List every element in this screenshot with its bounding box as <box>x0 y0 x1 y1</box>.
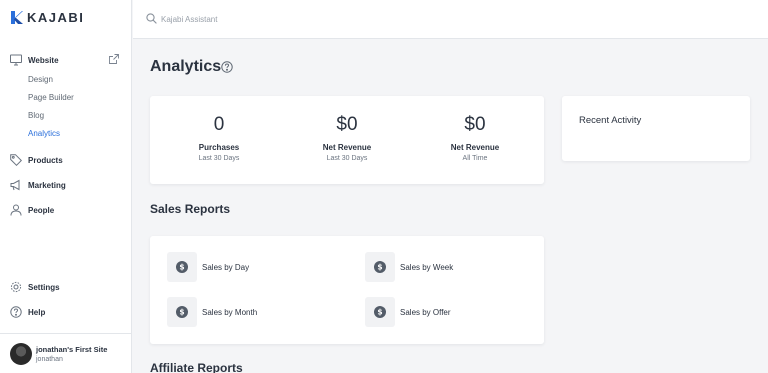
svg-text:$: $ <box>377 263 382 272</box>
sales-reports-heading: Sales Reports <box>150 202 231 216</box>
sidebar-item-label: Website <box>28 55 59 65</box>
megaphone-icon <box>9 178 23 192</box>
sidebar-subitem-page-builder[interactable]: Page Builder <box>28 93 74 102</box>
stat-purchases: 0 Purchases Last 30 Days <box>159 114 279 162</box>
sidebar-item-people[interactable]: People <box>9 201 123 219</box>
svg-text:$: $ <box>179 308 184 317</box>
brand-name: KAJABI <box>27 9 85 25</box>
dollar-circle-icon: $ <box>365 252 395 282</box>
report-label: Sales by Offer <box>400 307 451 317</box>
dollar-circle-icon: $ <box>167 297 197 327</box>
stat-label: Purchases <box>198 143 240 152</box>
avatar <box>10 343 32 365</box>
help-circle-icon[interactable] <box>221 61 233 73</box>
svg-text:$: $ <box>179 263 184 272</box>
dollar-circle-icon: $ <box>365 297 395 327</box>
page-title: Analytics <box>150 58 222 75</box>
report-label: Sales by Day <box>202 262 250 272</box>
stat-value: $0 <box>336 114 358 135</box>
sidebar-item-label: Marketing <box>28 180 66 190</box>
recent-activity-card: Recent Activity <box>562 96 750 161</box>
stat-value: 0 <box>213 114 225 135</box>
external-link-icon[interactable] <box>109 54 119 64</box>
user-site-name: jonathan's First Site <box>36 345 108 354</box>
report-sales-by-offer[interactable]: $ Sales by Offer <box>365 297 451 327</box>
recent-activity-title: Recent Activity <box>579 115 642 126</box>
report-label: Sales by Month <box>202 307 258 317</box>
kajabi-k-icon <box>11 10 23 24</box>
svg-text:$: $ <box>377 308 382 317</box>
sidebar-subitem-blog[interactable]: Blog <box>28 111 44 120</box>
stat-period: All Time <box>462 155 488 162</box>
sidebar-item-label: Help <box>28 307 46 317</box>
report-sales-by-month[interactable]: $ Sales by Month <box>167 297 257 327</box>
affiliate-reports-heading: Affiliate Reports <box>150 361 243 373</box>
stats-card: 0 Purchases Last 30 Days $0 Net Revenue … <box>150 96 544 184</box>
sidebar-subitem-analytics[interactable]: Analytics <box>28 129 60 138</box>
report-sales-by-day[interactable]: $ Sales by Day <box>167 252 249 282</box>
sidebar-subitem-design[interactable]: Design <box>28 75 53 84</box>
user-profile[interactable]: jonathan's First Site jonathan <box>10 343 107 365</box>
report-sales-by-week[interactable]: $ Sales by Week <box>365 252 453 282</box>
tag-icon <box>9 153 23 167</box>
search-icon <box>146 13 157 24</box>
stat-period: Last 30 Days <box>326 155 368 162</box>
sidebar-item-help[interactable]: Help <box>9 303 123 321</box>
user-name: jonathan <box>36 356 63 363</box>
stat-net-revenue-30-days: $0 Net Revenue Last 30 Days <box>287 114 407 162</box>
question-icon <box>9 305 23 319</box>
sales-reports-card: $ Sales by Day $ Sales by Week $ Sales b… <box>150 236 544 344</box>
top-bar <box>133 0 768 39</box>
dollar-circle-icon: $ <box>167 252 197 282</box>
sidebar-item-website[interactable]: Website <box>9 51 123 69</box>
stat-value: $0 <box>464 114 486 135</box>
stat-net-revenue-all-time: $0 Net Revenue All Time <box>415 114 535 162</box>
sidebar-item-settings[interactable]: Settings <box>9 278 123 296</box>
sidebar-divider <box>0 333 131 334</box>
stat-label: Net Revenue <box>322 143 372 152</box>
sidebar-item-marketing[interactable]: Marketing <box>9 176 123 194</box>
kajabi-logo[interactable]: KAJABI <box>11 9 85 25</box>
gear-icon <box>9 280 23 294</box>
sidebar-item-label: Settings <box>28 282 60 292</box>
sidebar: KAJABI Website Design Page Builder Blog … <box>0 0 132 373</box>
stat-period: Last 30 Days <box>198 155 240 162</box>
stat-label: Net Revenue <box>450 143 500 152</box>
sidebar-item-products[interactable]: Products <box>9 151 123 169</box>
person-icon <box>9 203 23 217</box>
sidebar-item-label: Products <box>28 155 63 165</box>
monitor-icon <box>9 53 23 67</box>
sidebar-item-label: People <box>28 205 55 215</box>
search-input[interactable] <box>161 11 361 27</box>
report-label: Sales by Week <box>400 262 454 272</box>
